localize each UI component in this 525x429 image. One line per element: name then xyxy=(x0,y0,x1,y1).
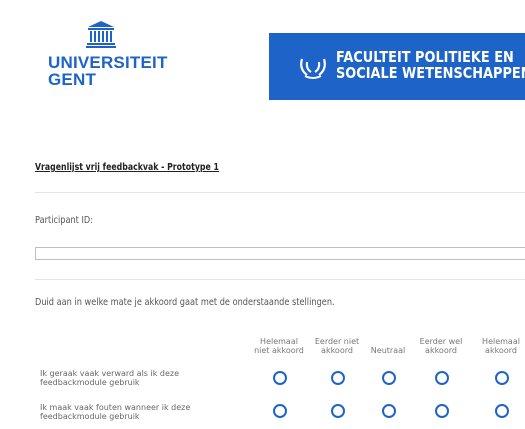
scale-header-helemaal-akkoord: Helemaal akkoord xyxy=(482,337,520,355)
radio-statement1-neutraal[interactable] xyxy=(382,371,396,385)
radio-statement1-helemaal-niet-akkoord[interactable] xyxy=(273,371,287,385)
university-name-line2: GENT xyxy=(48,70,97,89)
divider xyxy=(35,279,525,280)
faculty-name: FACULTEIT POLITIEKE EN SOCIALE WETENSCHA… xyxy=(336,49,525,81)
scale-instruction: Duid aan in welke mate je akkoord gaat m… xyxy=(35,297,335,308)
scale-header-helemaal-niet-akkoord: Helemaal niet akkoord xyxy=(254,337,304,355)
faculty-name-line2: SOCIALE WETENSCHAPPEN xyxy=(336,64,525,82)
faculty-name-line1: FACULTEIT POLITIEKE EN xyxy=(336,48,514,66)
university-building-icon xyxy=(86,21,116,48)
radio-statement1-eerder-niet-akkoord[interactable] xyxy=(331,371,345,385)
statement-label: Ik geraak vaak verward als ik deze feedb… xyxy=(40,369,180,387)
scale-header-neutraal: Neutraal xyxy=(370,346,406,355)
participant-id-input[interactable] xyxy=(35,247,525,260)
scale-header-eerder-wel-akkoord: Eerder wel akkoord xyxy=(419,337,463,355)
radio-statement2-helemaal-akkoord[interactable] xyxy=(495,404,509,418)
radio-statement1-eerder-wel-akkoord[interactable] xyxy=(435,371,449,385)
university-name-line1: UNIVERSITEIT xyxy=(48,53,168,72)
scale-header-eerder-niet-akkoord: Eerder niet akkoord xyxy=(314,337,360,355)
university-name: UNIVERSITEIT GENT xyxy=(48,53,168,89)
statement-label: Ik maak vaak fouten wanneer ik deze feed… xyxy=(40,403,191,421)
radio-statement2-helemaal-niet-akkoord[interactable] xyxy=(273,404,287,418)
faculty-mark-icon xyxy=(300,58,326,79)
form-title: Vragenlijst vrij feedbackvak - Prototype… xyxy=(35,162,219,173)
radio-statement1-helemaal-akkoord[interactable] xyxy=(495,371,509,385)
faculty-banner: FACULTEIT POLITIEKE EN SOCIALE WETENSCHA… xyxy=(269,33,525,100)
divider xyxy=(35,192,525,193)
radio-statement2-eerder-niet-akkoord[interactable] xyxy=(331,404,345,418)
radio-statement2-eerder-wel-akkoord[interactable] xyxy=(435,404,449,418)
participant-id-label: Participant ID: xyxy=(35,215,94,226)
ugent-logo: UNIVERSITEIT GENT xyxy=(48,20,168,89)
radio-statement2-neutraal[interactable] xyxy=(382,404,396,418)
